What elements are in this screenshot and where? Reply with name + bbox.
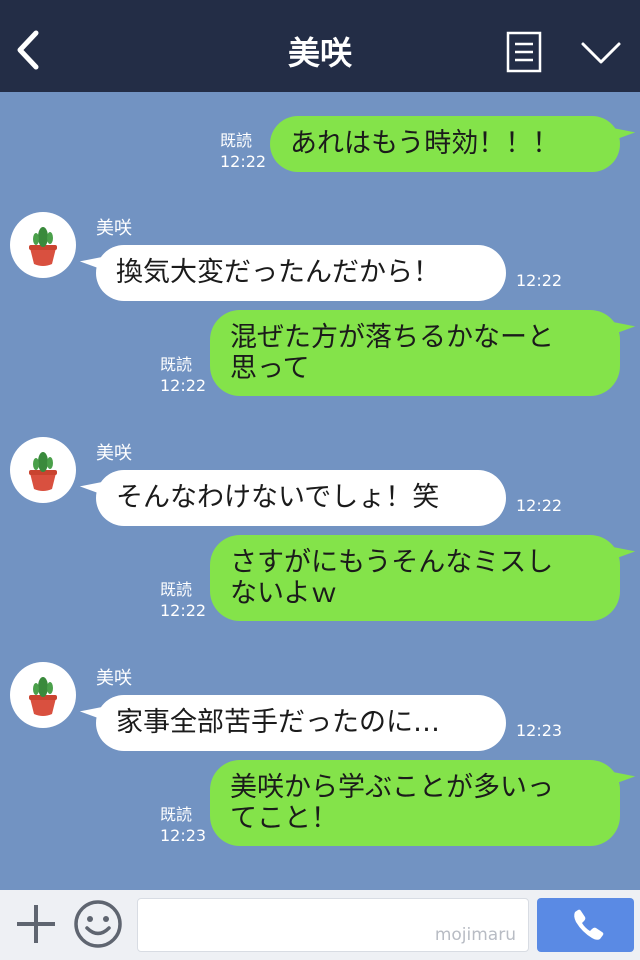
message-time: 12:22 (516, 271, 563, 290)
message-text: 換気大変だったんだから！ (116, 257, 440, 288)
message-text-line: さすがにもうそんなミスし (230, 547, 554, 578)
message-time: 12:23 (516, 721, 563, 740)
chevron-down-icon[interactable] (580, 40, 622, 66)
read-receipt: 既読 (160, 580, 193, 599)
message-time: 12:22 (220, 152, 267, 171)
chat-header: 美咲 (0, 0, 640, 92)
chat-area[interactable]: 既読 12:22 あれはもう時効！！！ 美咲 換気大変だったんだから！ 12:2… (0, 92, 640, 890)
plus-icon[interactable] (14, 902, 58, 946)
call-button[interactable] (537, 898, 634, 952)
cactus-avatar[interactable] (10, 662, 76, 728)
message-text: そんなわけないでしょ！笑 (116, 482, 440, 513)
received-message-bubble[interactable]: 換気大変だったんだから！ (79, 244, 506, 301)
message-text-line: 美咲から学ぶことが多いっ (230, 772, 554, 803)
message-meta: 既読 12:22 (160, 354, 206, 396)
message-input-bar: mojimaru (0, 890, 640, 960)
message-text-line: てこと！ (230, 803, 338, 834)
sent-message-bubble[interactable]: さすがにもうそんなミスし ないよｗ (210, 534, 636, 621)
read-receipt: 既読 (220, 131, 253, 150)
read-receipt: 既読 (160, 355, 193, 374)
message-text-line: 思って (230, 353, 310, 384)
message-text: あれはもう時効！！！ (290, 128, 560, 159)
menu-list-icon[interactable] (506, 31, 542, 73)
message-input[interactable]: mojimaru (137, 898, 529, 952)
cactus-avatar[interactable] (10, 212, 76, 278)
smile-icon[interactable] (73, 899, 123, 949)
sender-name: 美咲 (96, 443, 132, 464)
received-message-bubble[interactable]: 家事全部苦手だったのに… (79, 694, 506, 751)
message-time: 12:22 (160, 376, 207, 395)
sent-message-bubble[interactable]: 混ぜた方が落ちるかなーと 思って (210, 309, 636, 396)
sent-message-bubble[interactable]: あれはもう時効！！！ (270, 115, 636, 172)
watermark-text: mojimaru (434, 925, 516, 945)
message-meta: 既読 12:23 (160, 804, 206, 846)
sender-name: 美咲 (96, 218, 132, 239)
message-meta: 既読 12:22 (160, 579, 206, 621)
message-meta: 既読 12:22 (220, 130, 266, 172)
chat-title: 美咲 (287, 34, 352, 72)
message-text-line: 混ぜた方が落ちるかなーと (230, 322, 554, 353)
phone-icon (574, 909, 604, 940)
read-receipt: 既読 (160, 805, 193, 824)
cactus-avatar[interactable] (10, 437, 76, 503)
message-text-line: ないよｗ (230, 578, 338, 609)
received-message-bubble[interactable]: そんなわけないでしょ！笑 (79, 469, 506, 526)
sender-name: 美咲 (96, 668, 132, 689)
sent-message-bubble[interactable]: 美咲から学ぶことが多いっ てこと！ (210, 759, 636, 846)
message-time: 12:22 (516, 496, 563, 515)
message-time: 12:23 (160, 826, 207, 845)
message-time: 12:22 (160, 601, 207, 620)
message-text: 家事全部苦手だったのに… (116, 707, 440, 738)
